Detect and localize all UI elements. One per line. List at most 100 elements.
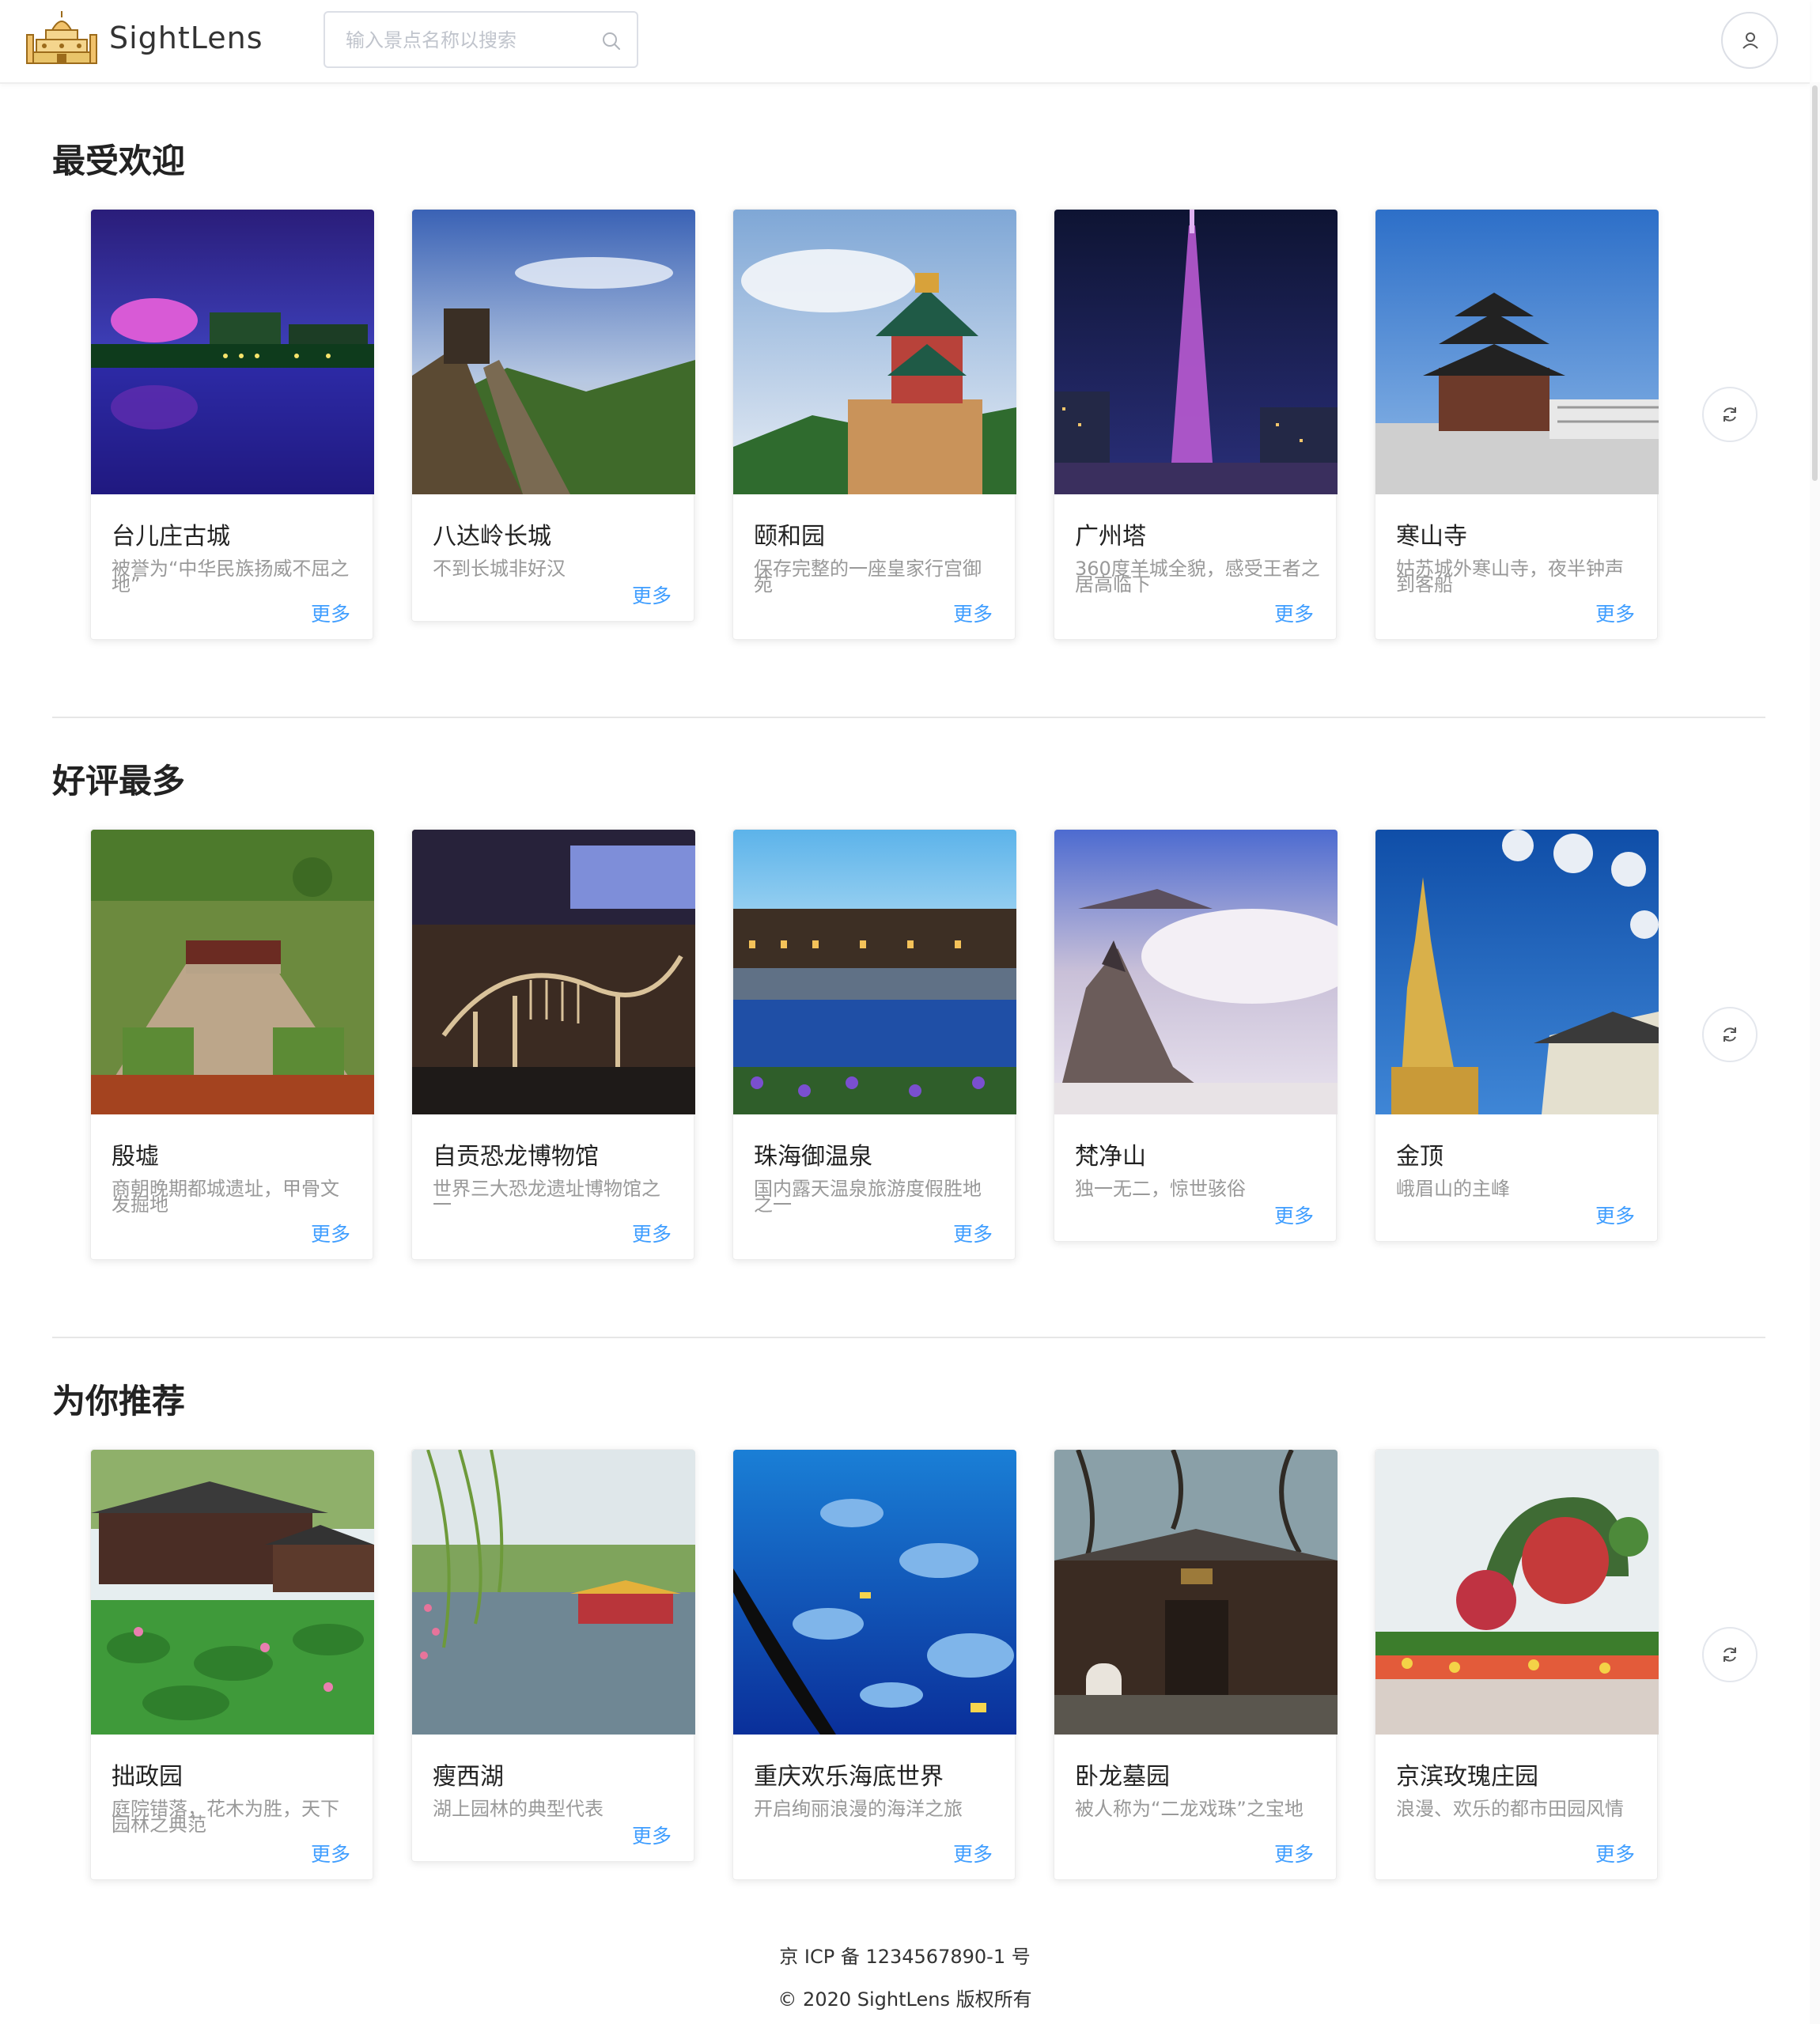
spot-card[interactable]: 金顶 峨眉山的主峰 更多	[1375, 829, 1659, 1242]
spot-image[interactable]	[1375, 210, 1659, 494]
more-link[interactable]: 更多	[1274, 1839, 1314, 1867]
spot-image[interactable]	[1375, 1450, 1659, 1735]
spot-description: 姑苏城外寒山寺，夜半钟声到客船	[1396, 558, 1624, 596]
spot-description: 被人称为“二龙戏珠”之宝地	[1075, 1798, 1304, 1820]
spot-image[interactable]	[733, 830, 1016, 1114]
more-link[interactable]: 更多	[311, 599, 350, 627]
section-title: 最受欢迎	[52, 142, 186, 180]
search-box[interactable]	[324, 11, 638, 68]
search-input[interactable]	[344, 25, 585, 55]
refresh-icon	[1724, 407, 1736, 422]
spot-name[interactable]: 京滨玫瑰庄园	[1396, 1757, 1538, 1791]
spot-card[interactable]: 广州塔 360度羊城全貌，感受王者之居高临下 更多	[1054, 209, 1338, 640]
footer-icp: 京 ICP 备 1234567890-1 号	[779, 1946, 1031, 1968]
more-link[interactable]: 更多	[1595, 1201, 1635, 1229]
spot-description: 庭院错落，花木为胜，天下园林之典范	[112, 1798, 339, 1836]
more-link[interactable]: 更多	[1595, 599, 1635, 627]
section-recommended: 为你推荐 拙政园 庭院错落，花木为胜，天下园林之典范 更多 瘦西湖 湖上园林的典…	[0, 1382, 1810, 1947]
more-link[interactable]: 更多	[632, 581, 672, 609]
spot-card[interactable]: 京滨玫瑰庄园 浪漫、欢乐的都市田园风情 更多	[1375, 1449, 1659, 1880]
more-link[interactable]: 更多	[953, 1219, 993, 1247]
section-most-popular: 最受欢迎 台儿庄古城 被誉为“中华民族扬威不屈之地” 更多 八达岭长城 不到长城…	[0, 142, 1810, 707]
spot-card[interactable]: 卧龙墓园 被人称为“二龙戏珠”之宝地 更多	[1054, 1449, 1338, 1880]
spot-image[interactable]	[412, 830, 695, 1114]
spot-description: 浪漫、欢乐的都市田园风情	[1396, 1798, 1624, 1820]
spot-card[interactable]: 重庆欢乐海底世界 开启绚丽浪漫的海洋之旅 更多	[732, 1449, 1016, 1880]
top-navbar: SightLens	[0, 0, 1810, 84]
spot-name[interactable]: 台儿庄古城	[112, 516, 230, 551]
spot-name[interactable]: 梵净山	[1075, 1137, 1146, 1171]
spot-name[interactable]: 八达岭长城	[433, 516, 551, 551]
spot-name[interactable]: 重庆欢乐海底世界	[754, 1757, 944, 1791]
spot-description: 被誉为“中华民族扬威不屈之地”	[112, 558, 350, 596]
more-link[interactable]: 更多	[953, 1839, 993, 1867]
spot-card[interactable]: 瘦西湖 湖上园林的典型代表 更多	[411, 1449, 695, 1862]
spot-card[interactable]: 寒山寺 姑苏城外寒山寺，夜半钟声到客船 更多	[1375, 209, 1659, 640]
section-divider	[52, 1337, 1765, 1338]
spot-name[interactable]: 卧龙墓园	[1075, 1757, 1170, 1791]
spot-card[interactable]: 台儿庄古城 被誉为“中华民族扬威不屈之地” 更多	[90, 209, 374, 640]
more-link[interactable]: 更多	[953, 599, 993, 627]
spot-description: 不到长城非好汉	[433, 558, 566, 580]
user-avatar-button[interactable]	[1721, 12, 1778, 69]
spot-image[interactable]	[1054, 1450, 1338, 1735]
spot-description: 湖上园林的典型代表	[433, 1798, 604, 1820]
spot-card[interactable]: 殷墟 商朝晚期都城遗址，甲骨文发掘地 更多	[90, 829, 374, 1260]
spot-image[interactable]	[91, 210, 374, 494]
spot-name[interactable]: 寒山寺	[1396, 516, 1467, 551]
spot-name[interactable]: 拙政园	[112, 1757, 183, 1791]
refresh-icon	[1724, 1648, 1736, 1662]
spot-card[interactable]: 颐和园 保存完整的一座皇家行宫御苑 更多	[732, 209, 1016, 640]
section-best-rated: 好评最多 殷墟 商朝晚期都城遗址，甲骨文发掘地 更多 自贡恐龙博物馆 世界三大恐…	[0, 762, 1810, 1327]
more-link[interactable]: 更多	[1274, 599, 1314, 627]
spot-card[interactable]: 八达岭长城 不到长城非好汉 更多	[411, 209, 695, 622]
spot-card[interactable]: 拙政园 庭院错落，花木为胜，天下园林之典范 更多	[90, 1449, 374, 1880]
spot-card[interactable]: 梵净山 独一无二，惊世骇俗 更多	[1054, 829, 1338, 1242]
spot-image[interactable]	[91, 830, 374, 1114]
spot-image[interactable]	[733, 210, 1016, 494]
more-link[interactable]: 更多	[1274, 1201, 1314, 1229]
spot-description: 峨眉山的主峰	[1396, 1178, 1510, 1200]
spot-name[interactable]: 广州塔	[1075, 516, 1146, 551]
section-title: 为你推荐	[52, 1382, 186, 1421]
spot-card[interactable]: 自贡恐龙博物馆 世界三大恐龙遗址博物馆之一 更多	[411, 829, 695, 1260]
spot-image[interactable]	[91, 1450, 374, 1735]
spot-name[interactable]: 颐和园	[754, 516, 825, 551]
spot-name[interactable]: 金顶	[1396, 1137, 1444, 1171]
refresh-button[interactable]	[1702, 1007, 1758, 1062]
page-scrollbar-thumb[interactable]	[1812, 85, 1818, 481]
more-link[interactable]: 更多	[311, 1839, 350, 1867]
user-icon	[1742, 32, 1758, 49]
footer-copyright: © 2020 SightLens 版权所有	[778, 1988, 1032, 2011]
more-link[interactable]: 更多	[311, 1219, 350, 1247]
refresh-icon	[1724, 1027, 1736, 1042]
palace-logo-icon[interactable]	[25, 8, 98, 71]
spot-image[interactable]	[412, 1450, 695, 1735]
spot-image[interactable]	[733, 1450, 1016, 1735]
spot-description: 商朝晚期都城遗址，甲骨文发掘地	[112, 1178, 339, 1216]
spot-description: 开启绚丽浪漫的海洋之旅	[754, 1798, 963, 1820]
spot-name[interactable]: 珠海御温泉	[754, 1137, 872, 1171]
refresh-button[interactable]	[1702, 387, 1758, 442]
more-link[interactable]: 更多	[632, 1821, 672, 1849]
spot-name[interactable]: 自贡恐龙博物馆	[433, 1137, 599, 1171]
spot-image[interactable]	[412, 210, 695, 494]
brand-name[interactable]: SightLens	[109, 21, 263, 55]
spot-image[interactable]	[1054, 830, 1338, 1114]
spot-description: 国内露天温泉旅游度假胜地之一	[754, 1178, 982, 1216]
refresh-button[interactable]	[1702, 1627, 1758, 1682]
spot-image[interactable]	[1375, 830, 1659, 1114]
spot-card[interactable]: 珠海御温泉 国内露天温泉旅游度假胜地之一 更多	[732, 829, 1016, 1260]
more-link[interactable]: 更多	[632, 1219, 672, 1247]
spot-name[interactable]: 瘦西湖	[433, 1757, 504, 1791]
spot-description: 360度羊城全貌，感受王者之居高临下	[1075, 558, 1320, 596]
section-divider	[52, 717, 1765, 718]
more-link[interactable]: 更多	[1595, 1839, 1635, 1867]
spot-description: 保存完整的一座皇家行宫御苑	[754, 558, 982, 596]
spot-description: 独一无二，惊世骇俗	[1075, 1178, 1246, 1200]
spot-description: 世界三大恐龙遗址博物馆之一	[433, 1178, 660, 1216]
section-title: 好评最多	[52, 762, 186, 800]
search-icon[interactable]	[600, 30, 622, 52]
spot-image[interactable]	[1054, 210, 1338, 494]
spot-name[interactable]: 殷墟	[112, 1137, 159, 1171]
